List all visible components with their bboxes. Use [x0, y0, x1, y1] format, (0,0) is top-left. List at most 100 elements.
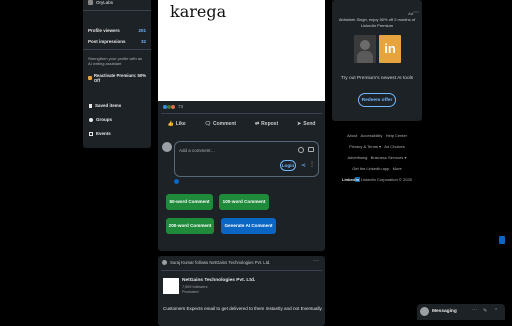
sidebar-item-label: Groups — [96, 117, 113, 122]
footer-link-ad-choices[interactable]: Ad Choices — [384, 144, 404, 149]
login-button[interactable]: Login — [280, 160, 296, 171]
repost-icon: ⇄ — [254, 121, 260, 127]
footer-row: Get the LinkedIn app More — [332, 163, 422, 174]
messaging-bar[interactable]: Messaging ··· ✎ ⌃ — [417, 304, 505, 320]
repost-label: Repost — [261, 121, 279, 127]
reaction-count: 73 — [178, 104, 184, 109]
avatar — [420, 307, 429, 316]
footer-link-about[interactable]: About — [347, 133, 357, 138]
post-image[interactable]: karega — [158, 0, 325, 101]
more-options-icon[interactable]: ··· — [472, 307, 477, 313]
chevron-up-icon[interactable]: ⌃ — [494, 308, 498, 314]
login-label: Login — [281, 163, 295, 168]
emoji-icon[interactable] — [298, 147, 304, 153]
premium-offer-link[interactable]: Reactivate Premium: 50% Off — [88, 73, 151, 83]
footer-row: About Accessibility Help Center — [332, 130, 422, 141]
repost-button[interactable]: ⇄ Repost — [255, 121, 278, 127]
person-silhouette-icon — [360, 40, 370, 50]
footer-link-business[interactable]: Business Services ▾ — [371, 155, 407, 160]
post-impressions-count: 32 — [140, 39, 146, 44]
sidebar-item-label: Events — [96, 131, 111, 136]
more-vertical-icon[interactable]: ⋮ — [309, 161, 315, 168]
comment-200-word-button[interactable]: 200-word Comment — [166, 218, 214, 234]
company-followers: 7,559 followers — [182, 285, 208, 289]
feed-post: Suraj Kumar follows NetGains Technologie… — [158, 256, 325, 326]
groups-icon — [89, 117, 93, 122]
comment-input[interactable]: Add a comment… — [179, 148, 215, 153]
avatar — [162, 260, 167, 265]
scroll-to-top-button[interactable] — [499, 236, 505, 244]
shoulders — [357, 51, 373, 63]
premium-ad-card: Ad ⋯ Abhishek Singh, enjoy 50% off 2 mon… — [332, 0, 422, 121]
advertiser-photo — [354, 35, 376, 63]
love-reaction-icon — [171, 104, 175, 109]
sidebar-item-events[interactable]: Events — [89, 131, 111, 136]
footer-row: Advertising Business Services ▾ — [332, 152, 422, 163]
ai-assistant-icon[interactable] — [174, 179, 179, 184]
comment-50-word-button[interactable]: 50-word Comment — [166, 194, 213, 210]
comment-icon: 🗨 — [204, 121, 211, 127]
comment-100-word-button[interactable]: 100-word Comment — [219, 194, 269, 210]
more-options-icon[interactable]: ⋯ — [413, 9, 419, 16]
footer-copyright: Linkedin LinkedIn Corporation © 2025 — [332, 174, 422, 185]
footer-row: Privacy & Terms ▾ Ad Choices — [332, 141, 422, 152]
more-options-icon[interactable]: ··· — [313, 258, 319, 264]
post-image-text: karega — [170, 2, 227, 21]
linkedin-logo-text: in — [384, 41, 396, 56]
send-icon: ➤ — [297, 121, 302, 127]
post-impressions-label: Post impressions — [88, 39, 126, 44]
divider — [161, 270, 322, 271]
profile-viewers-label: Profile viewers — [88, 28, 120, 33]
sidebar-item-saved[interactable]: Saved items — [89, 103, 121, 108]
comment-button[interactable]: 🗨 Comment — [205, 121, 236, 127]
footer-link-more[interactable]: More — [393, 166, 402, 171]
premium-promo-text: Strengthen your profile with an AI writi… — [88, 56, 143, 66]
divider — [161, 113, 322, 114]
share-icon[interactable]: ⋖ — [301, 162, 306, 169]
footer-links: About Accessibility Help Center Privacy … — [332, 130, 422, 185]
generate-ai-comment-button[interactable]: Generate AI Comment — [221, 218, 276, 234]
footer-link-privacy[interactable]: Privacy & Terms ▾ — [349, 144, 381, 149]
thumbs-up-icon: 👍 — [167, 121, 174, 127]
like-label: Like — [175, 121, 186, 127]
company-name[interactable]: NetGains Technologies Pvt. Ltd. — [182, 278, 255, 283]
org-row[interactable]: OryLabs — [88, 0, 113, 5]
redeem-offer-button[interactable]: Redeem offer — [358, 93, 396, 107]
footer-link-advertising[interactable]: Advertising — [348, 155, 368, 160]
org-name: OryLabs — [96, 0, 114, 5]
footer-brand-in: in — [355, 177, 360, 182]
shortcuts-card: Saved items Groups Events — [83, 94, 151, 146]
post-actions-bar: 👍 Like 🗨 Comment ⇄ Repost ➤ Send — [158, 121, 325, 127]
reactions-summary[interactable]: 73 — [163, 104, 183, 109]
comment-label: Comment — [212, 121, 237, 127]
company-logo[interactable] — [163, 278, 179, 294]
send-button[interactable]: ➤ Send — [297, 121, 315, 127]
send-label: Send — [303, 121, 316, 127]
premium-offer-label: Reactivate Premium: 50% Off — [93, 73, 147, 83]
profile-viewers-count: 201 — [138, 28, 146, 33]
org-logo-icon — [88, 0, 93, 5]
profile-viewers-row[interactable]: Profile viewers 201 — [88, 28, 146, 33]
ad-tagline: Try out Premium's newest AI tools — [340, 76, 414, 81]
footer-link-help[interactable]: Help Center — [386, 133, 407, 138]
post-interaction-area: 73 👍 Like 🗨 Comment ⇄ Repost ➤ Send Add … — [158, 101, 325, 251]
sidebar-item-groups[interactable]: Groups — [89, 117, 112, 122]
social-context: Suraj Kumar follows NetGains Technologie… — [162, 260, 270, 265]
avatar — [162, 142, 172, 152]
footer-link-accessibility[interactable]: Accessibility — [361, 133, 383, 138]
footer-link-app[interactable]: Get the LinkedIn app — [352, 166, 389, 171]
follow-text: Suraj Kumar follows NetGains Technologie… — [170, 260, 271, 265]
image-icon[interactable] — [308, 147, 314, 152]
copyright-text: LinkedIn Corporation © 2025 — [360, 177, 412, 182]
linkedin-logo: in — [379, 35, 401, 63]
comment-box[interactable]: Add a comment… Login ⋖ ⋮ — [174, 141, 319, 177]
calendar-icon — [89, 131, 93, 136]
post-body: Customers Expects email to get delivered… — [163, 306, 323, 311]
like-button[interactable]: 👍 Like — [167, 121, 185, 127]
compose-icon[interactable]: ✎ — [483, 308, 487, 314]
post-impressions-row[interactable]: Post impressions 32 — [88, 39, 146, 44]
footer-brand: Linked — [342, 177, 355, 182]
premium-badge-icon — [88, 76, 92, 80]
promoted-label: Promoted — [182, 290, 199, 294]
sidebar-item-label: Saved items — [95, 103, 122, 108]
